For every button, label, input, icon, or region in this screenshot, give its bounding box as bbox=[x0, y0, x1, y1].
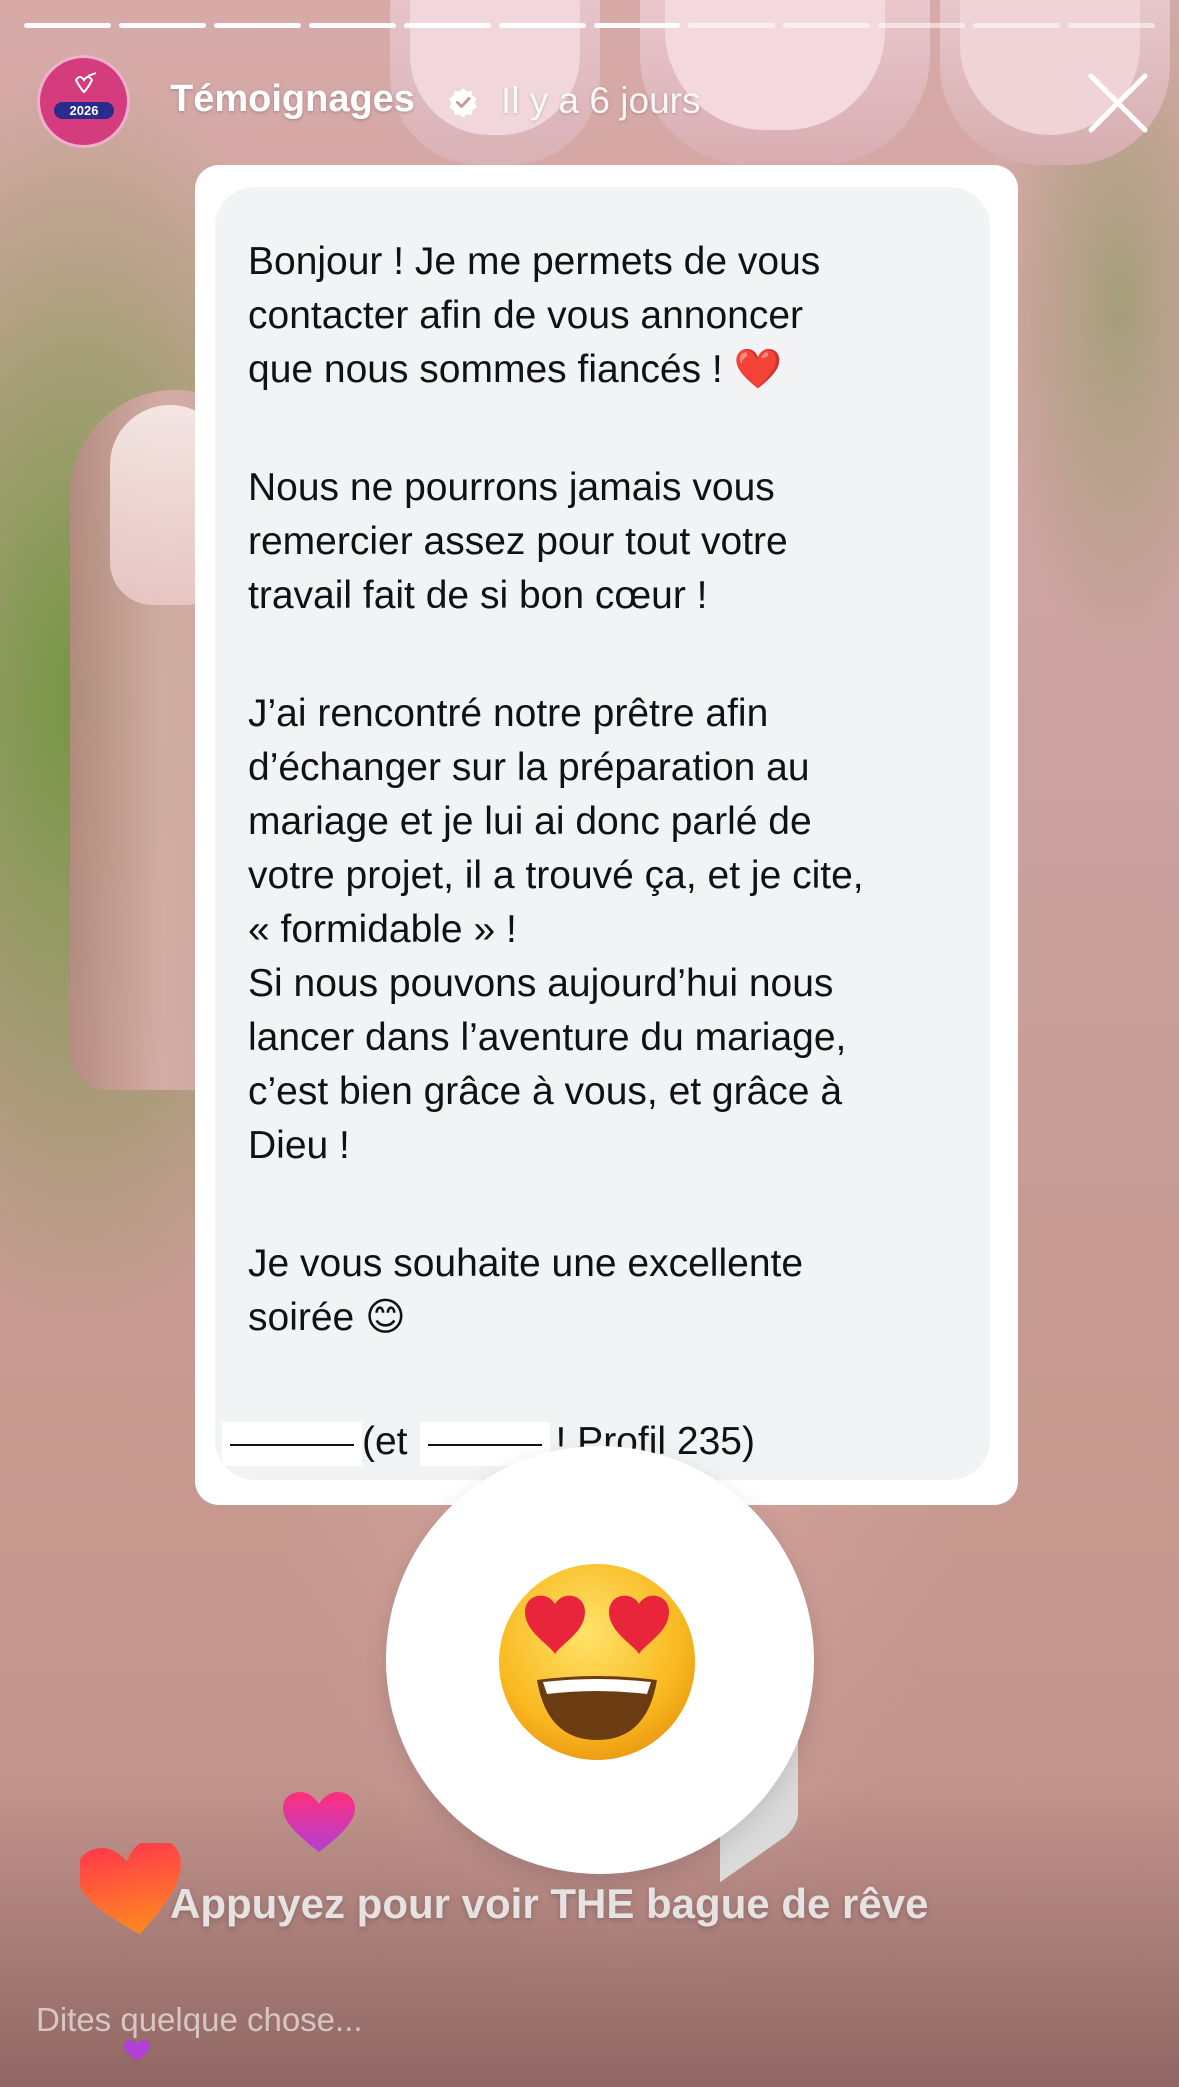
story-progress-segment bbox=[1068, 23, 1156, 28]
heart-eyes-emoji-icon bbox=[499, 1564, 695, 1760]
message-line: soirée 😊 bbox=[248, 1296, 406, 1339]
story-progress-segment bbox=[213, 23, 301, 28]
story-progress-segment bbox=[24, 23, 111, 28]
message-line: Nous ne pourrons jamais vous bbox=[248, 466, 775, 509]
heart-icon bbox=[124, 2040, 150, 2061]
reply-input[interactable]: Dites quelque chose... bbox=[36, 2001, 363, 2039]
avatar-badge: 2026 bbox=[54, 102, 114, 119]
message-line: Si nous pouvons aujourd’hui nous bbox=[248, 962, 834, 1005]
message-screenshot-card: Bonjour ! Je me permets de vous contacter… bbox=[195, 165, 1018, 1505]
message-line: J’ai rencontré notre prêtre afin bbox=[248, 692, 769, 735]
message-line: travail fait de si bon cœur ! bbox=[248, 574, 708, 617]
signature-open: (et bbox=[362, 1420, 408, 1463]
story-progress-segment bbox=[498, 23, 586, 28]
message-text: Bonjour ! Je me permets de vous contacter… bbox=[248, 235, 968, 1345]
story-progress-segment bbox=[118, 23, 206, 28]
message-line: Dieu ! bbox=[248, 1124, 350, 1167]
close-icon[interactable] bbox=[1085, 70, 1151, 136]
story-progress-segment bbox=[878, 23, 966, 28]
message-line: contacter afin de vous annoncer bbox=[248, 294, 804, 337]
message-line: que nous sommes fiancés ! ❤️ bbox=[248, 348, 783, 391]
verified-badge-icon bbox=[449, 88, 477, 117]
message-line: Je vous souhaite une excellente bbox=[248, 1242, 804, 1285]
story-progress-segment bbox=[973, 23, 1061, 28]
message-line: c’est bien grâce à vous, et grâce à bbox=[248, 1070, 843, 1113]
account-avatar[interactable]: 2026 bbox=[37, 55, 130, 148]
message-bubble: Bonjour ! Je me permets de vous contacter… bbox=[215, 187, 990, 1480]
account-name[interactable]: Témoignages bbox=[170, 78, 415, 121]
message-line: votre projet, il a trouvé ça, et je cite… bbox=[248, 854, 864, 897]
post-time: Il y a 6 jours bbox=[501, 80, 701, 121]
story-progress-segment bbox=[783, 23, 871, 28]
heart-icon bbox=[283, 1792, 355, 1852]
story-cta-text[interactable]: Appuyez pour voir THE bague de rêve bbox=[170, 1880, 928, 1928]
redacted-name bbox=[222, 1421, 362, 1466]
message-line: remercier assez pour tout votre bbox=[248, 520, 788, 563]
story-progress-segment bbox=[403, 23, 491, 28]
message-line: mariage et je lui ai donc parlé de bbox=[248, 800, 812, 843]
message-line: Bonjour ! Je me permets de vous bbox=[248, 240, 821, 283]
avatar-logo-icon bbox=[74, 72, 97, 94]
message-line: lancer dans l’aventure du mariage, bbox=[248, 1016, 847, 1059]
story-progress-segment bbox=[308, 23, 396, 28]
message-line: d’échanger sur la préparation au bbox=[248, 746, 810, 789]
story-progress-segment bbox=[593, 23, 681, 28]
message-line: « formidable » ! bbox=[248, 908, 517, 951]
story-progress-segment bbox=[688, 23, 776, 28]
story-progress-bar bbox=[24, 23, 1156, 28]
